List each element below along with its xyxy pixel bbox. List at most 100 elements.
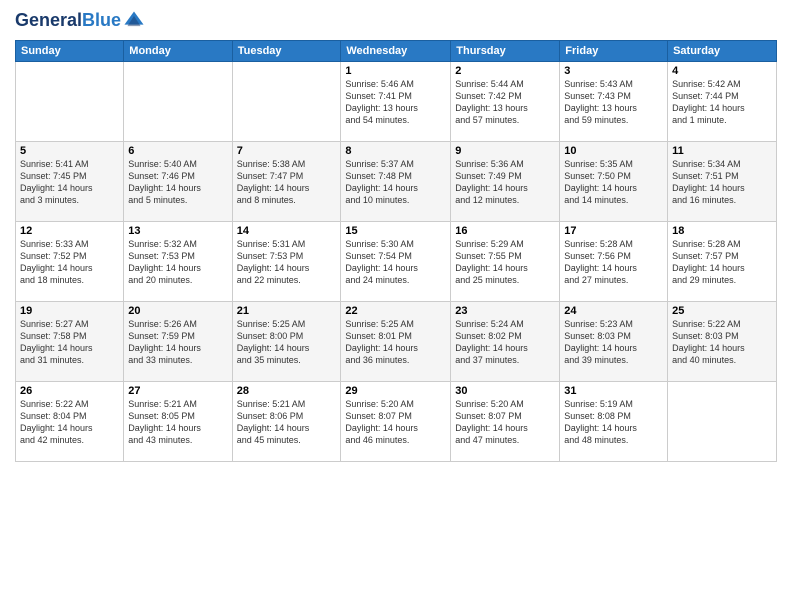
calendar-week-row: 19Sunrise: 5:27 AM Sunset: 7:58 PM Dayli… bbox=[16, 302, 777, 382]
day-info: Sunrise: 5:34 AM Sunset: 7:51 PM Dayligh… bbox=[672, 158, 772, 207]
weekday-header-tuesday: Tuesday bbox=[232, 41, 341, 62]
calendar-cell: 4Sunrise: 5:42 AM Sunset: 7:44 PM Daylig… bbox=[668, 62, 777, 142]
day-info: Sunrise: 5:24 AM Sunset: 8:02 PM Dayligh… bbox=[455, 318, 555, 367]
calendar-week-row: 26Sunrise: 5:22 AM Sunset: 8:04 PM Dayli… bbox=[16, 382, 777, 462]
calendar-cell: 13Sunrise: 5:32 AM Sunset: 7:53 PM Dayli… bbox=[124, 222, 232, 302]
calendar-page: GeneralBlue SundayMondayTuesdayWednesday… bbox=[0, 0, 792, 612]
calendar-cell bbox=[668, 382, 777, 462]
day-number: 8 bbox=[345, 145, 446, 157]
day-number: 9 bbox=[455, 145, 555, 157]
weekday-header-sunday: Sunday bbox=[16, 41, 124, 62]
day-info: Sunrise: 5:26 AM Sunset: 7:59 PM Dayligh… bbox=[128, 318, 227, 367]
day-info: Sunrise: 5:35 AM Sunset: 7:50 PM Dayligh… bbox=[564, 158, 663, 207]
calendar-cell: 30Sunrise: 5:20 AM Sunset: 8:07 PM Dayli… bbox=[451, 382, 560, 462]
day-info: Sunrise: 5:25 AM Sunset: 8:00 PM Dayligh… bbox=[237, 318, 337, 367]
day-number: 28 bbox=[237, 385, 337, 397]
calendar-cell: 22Sunrise: 5:25 AM Sunset: 8:01 PM Dayli… bbox=[341, 302, 451, 382]
day-number: 23 bbox=[455, 305, 555, 317]
day-info: Sunrise: 5:36 AM Sunset: 7:49 PM Dayligh… bbox=[455, 158, 555, 207]
day-number: 5 bbox=[20, 145, 119, 157]
calendar-cell: 17Sunrise: 5:28 AM Sunset: 7:56 PM Dayli… bbox=[560, 222, 668, 302]
day-number: 30 bbox=[455, 385, 555, 397]
calendar-cell: 3Sunrise: 5:43 AM Sunset: 7:43 PM Daylig… bbox=[560, 62, 668, 142]
day-number: 12 bbox=[20, 225, 119, 237]
day-info: Sunrise: 5:37 AM Sunset: 7:48 PM Dayligh… bbox=[345, 158, 446, 207]
day-number: 1 bbox=[345, 65, 446, 77]
calendar-cell: 7Sunrise: 5:38 AM Sunset: 7:47 PM Daylig… bbox=[232, 142, 341, 222]
day-number: 15 bbox=[345, 225, 446, 237]
day-info: Sunrise: 5:32 AM Sunset: 7:53 PM Dayligh… bbox=[128, 238, 227, 287]
calendar-table: SundayMondayTuesdayWednesdayThursdayFrid… bbox=[15, 40, 777, 462]
calendar-cell: 11Sunrise: 5:34 AM Sunset: 7:51 PM Dayli… bbox=[668, 142, 777, 222]
day-info: Sunrise: 5:19 AM Sunset: 8:08 PM Dayligh… bbox=[564, 398, 663, 447]
day-number: 21 bbox=[237, 305, 337, 317]
calendar-cell: 24Sunrise: 5:23 AM Sunset: 8:03 PM Dayli… bbox=[560, 302, 668, 382]
day-info: Sunrise: 5:43 AM Sunset: 7:43 PM Dayligh… bbox=[564, 78, 663, 127]
day-number: 18 bbox=[672, 225, 772, 237]
day-info: Sunrise: 5:23 AM Sunset: 8:03 PM Dayligh… bbox=[564, 318, 663, 367]
day-number: 29 bbox=[345, 385, 446, 397]
day-number: 14 bbox=[237, 225, 337, 237]
day-info: Sunrise: 5:38 AM Sunset: 7:47 PM Dayligh… bbox=[237, 158, 337, 207]
day-number: 16 bbox=[455, 225, 555, 237]
calendar-cell: 8Sunrise: 5:37 AM Sunset: 7:48 PM Daylig… bbox=[341, 142, 451, 222]
day-info: Sunrise: 5:41 AM Sunset: 7:45 PM Dayligh… bbox=[20, 158, 119, 207]
calendar-cell: 1Sunrise: 5:46 AM Sunset: 7:41 PM Daylig… bbox=[341, 62, 451, 142]
calendar-cell: 20Sunrise: 5:26 AM Sunset: 7:59 PM Dayli… bbox=[124, 302, 232, 382]
day-info: Sunrise: 5:25 AM Sunset: 8:01 PM Dayligh… bbox=[345, 318, 446, 367]
calendar-cell: 25Sunrise: 5:22 AM Sunset: 8:03 PM Dayli… bbox=[668, 302, 777, 382]
weekday-header-monday: Monday bbox=[124, 41, 232, 62]
weekday-header-wednesday: Wednesday bbox=[341, 41, 451, 62]
day-info: Sunrise: 5:21 AM Sunset: 8:06 PM Dayligh… bbox=[237, 398, 337, 447]
calendar-cell: 5Sunrise: 5:41 AM Sunset: 7:45 PM Daylig… bbox=[16, 142, 124, 222]
day-number: 27 bbox=[128, 385, 227, 397]
logo-text: GeneralBlue bbox=[15, 11, 121, 31]
calendar-week-row: 5Sunrise: 5:41 AM Sunset: 7:45 PM Daylig… bbox=[16, 142, 777, 222]
day-number: 24 bbox=[564, 305, 663, 317]
day-info: Sunrise: 5:22 AM Sunset: 8:04 PM Dayligh… bbox=[20, 398, 119, 447]
weekday-header-friday: Friday bbox=[560, 41, 668, 62]
day-number: 20 bbox=[128, 305, 227, 317]
day-number: 19 bbox=[20, 305, 119, 317]
day-number: 6 bbox=[128, 145, 227, 157]
calendar-cell: 10Sunrise: 5:35 AM Sunset: 7:50 PM Dayli… bbox=[560, 142, 668, 222]
page-header: GeneralBlue bbox=[15, 10, 777, 32]
day-number: 13 bbox=[128, 225, 227, 237]
day-info: Sunrise: 5:31 AM Sunset: 7:53 PM Dayligh… bbox=[237, 238, 337, 287]
calendar-cell: 23Sunrise: 5:24 AM Sunset: 8:02 PM Dayli… bbox=[451, 302, 560, 382]
calendar-cell: 31Sunrise: 5:19 AM Sunset: 8:08 PM Dayli… bbox=[560, 382, 668, 462]
day-info: Sunrise: 5:29 AM Sunset: 7:55 PM Dayligh… bbox=[455, 238, 555, 287]
calendar-cell: 2Sunrise: 5:44 AM Sunset: 7:42 PM Daylig… bbox=[451, 62, 560, 142]
calendar-cell: 9Sunrise: 5:36 AM Sunset: 7:49 PM Daylig… bbox=[451, 142, 560, 222]
day-info: Sunrise: 5:21 AM Sunset: 8:05 PM Dayligh… bbox=[128, 398, 227, 447]
day-number: 2 bbox=[455, 65, 555, 77]
day-number: 4 bbox=[672, 65, 772, 77]
calendar-cell: 14Sunrise: 5:31 AM Sunset: 7:53 PM Dayli… bbox=[232, 222, 341, 302]
day-number: 7 bbox=[237, 145, 337, 157]
day-number: 3 bbox=[564, 65, 663, 77]
day-info: Sunrise: 5:42 AM Sunset: 7:44 PM Dayligh… bbox=[672, 78, 772, 127]
calendar-cell: 16Sunrise: 5:29 AM Sunset: 7:55 PM Dayli… bbox=[451, 222, 560, 302]
calendar-cell bbox=[16, 62, 124, 142]
calendar-cell bbox=[232, 62, 341, 142]
day-number: 11 bbox=[672, 145, 772, 157]
calendar-cell: 19Sunrise: 5:27 AM Sunset: 7:58 PM Dayli… bbox=[16, 302, 124, 382]
day-info: Sunrise: 5:28 AM Sunset: 7:56 PM Dayligh… bbox=[564, 238, 663, 287]
calendar-cell: 18Sunrise: 5:28 AM Sunset: 7:57 PM Dayli… bbox=[668, 222, 777, 302]
day-info: Sunrise: 5:20 AM Sunset: 8:07 PM Dayligh… bbox=[345, 398, 446, 447]
calendar-cell: 27Sunrise: 5:21 AM Sunset: 8:05 PM Dayli… bbox=[124, 382, 232, 462]
calendar-cell: 21Sunrise: 5:25 AM Sunset: 8:00 PM Dayli… bbox=[232, 302, 341, 382]
day-info: Sunrise: 5:33 AM Sunset: 7:52 PM Dayligh… bbox=[20, 238, 119, 287]
day-info: Sunrise: 5:30 AM Sunset: 7:54 PM Dayligh… bbox=[345, 238, 446, 287]
weekday-header-thursday: Thursday bbox=[451, 41, 560, 62]
calendar-cell bbox=[124, 62, 232, 142]
day-info: Sunrise: 5:46 AM Sunset: 7:41 PM Dayligh… bbox=[345, 78, 446, 127]
logo-icon bbox=[123, 10, 145, 32]
day-info: Sunrise: 5:44 AM Sunset: 7:42 PM Dayligh… bbox=[455, 78, 555, 127]
calendar-cell: 28Sunrise: 5:21 AM Sunset: 8:06 PM Dayli… bbox=[232, 382, 341, 462]
day-number: 31 bbox=[564, 385, 663, 397]
day-number: 26 bbox=[20, 385, 119, 397]
day-info: Sunrise: 5:20 AM Sunset: 8:07 PM Dayligh… bbox=[455, 398, 555, 447]
calendar-cell: 29Sunrise: 5:20 AM Sunset: 8:07 PM Dayli… bbox=[341, 382, 451, 462]
day-info: Sunrise: 5:28 AM Sunset: 7:57 PM Dayligh… bbox=[672, 238, 772, 287]
